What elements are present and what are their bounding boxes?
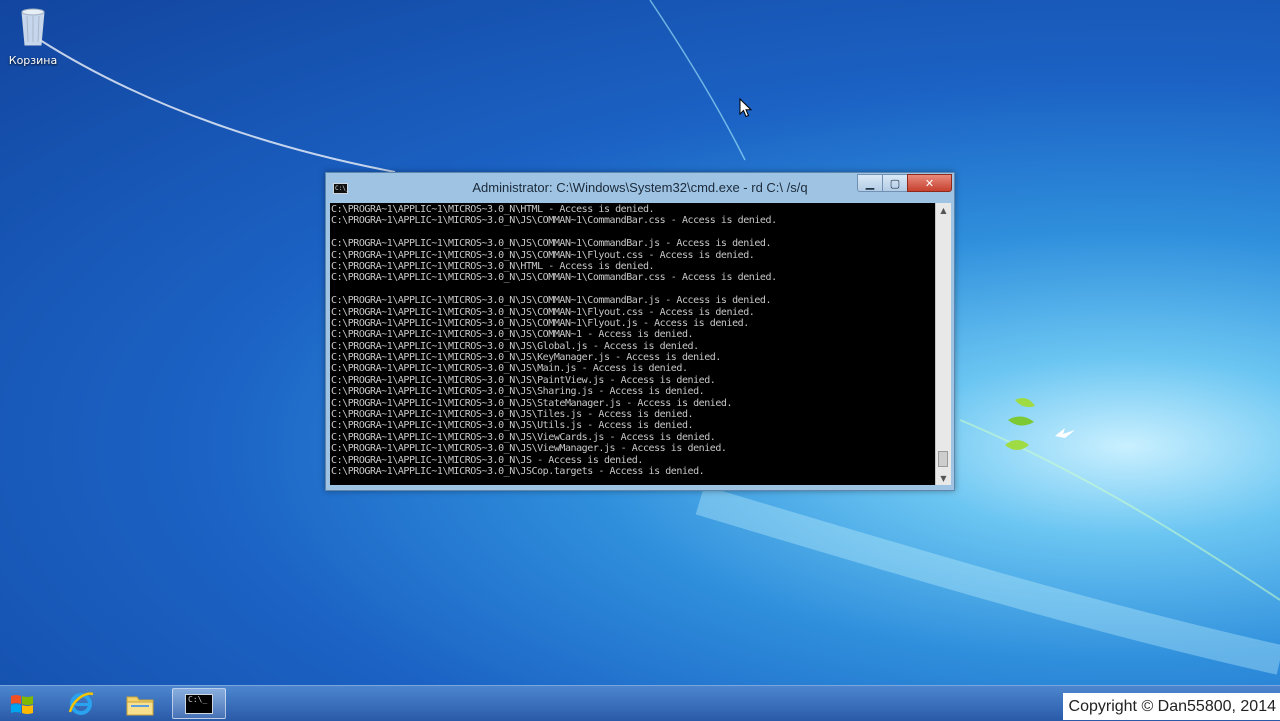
console-output[interactable]: C:\PROGRA~1\APPLIC~1\MICROS~3.0_N\HTML -… bbox=[330, 203, 935, 485]
cmd-window[interactable]: C:\_ Administrator: C:\Windows\System32\… bbox=[325, 172, 955, 491]
mouse-pointer-icon bbox=[739, 98, 753, 118]
console-line: C:\PROGRA~1\APPLIC~1\MICROS~3.0_N\JS\Til… bbox=[331, 409, 694, 421]
console-line: C:\PROGRA~1\APPLIC~1\MICROS~3.0_N\JS\COM… bbox=[331, 306, 755, 318]
vertical-scrollbar[interactable]: ▲ ▼ bbox=[935, 203, 951, 485]
console-line: C:\PROGRA~1\APPLIC~1\MICROS~3.0_N\JS\COM… bbox=[331, 329, 694, 341]
recycle-bin-shortcut[interactable]: Корзина bbox=[4, 2, 62, 67]
scroll-thumb[interactable] bbox=[938, 451, 948, 467]
title-bar[interactable]: C:\_ Administrator: C:\Windows\System32\… bbox=[326, 173, 954, 203]
internet-explorer-icon bbox=[68, 691, 94, 715]
console-line: C:\PROGRA~1\APPLIC~1\MICROS~3.0_N\HTML -… bbox=[331, 204, 655, 215]
scroll-up-arrow-icon[interactable]: ▲ bbox=[936, 203, 951, 217]
console-line: C:\PROGRA~1\APPLIC~1\MICROS~3.0_N\JS\COM… bbox=[331, 272, 777, 284]
console-line: C:\PROGRA~1\APPLIC~1\MICROS~3.0_N\JS\Glo… bbox=[331, 340, 699, 352]
copyright-watermark: Copyright © Dan55800, 2014 bbox=[1062, 693, 1280, 720]
console-line: C:\PROGRA~1\APPLIC~1\MICROS~3.0_N\JS\COM… bbox=[331, 238, 772, 250]
command-prompt-icon: C:\_ bbox=[185, 693, 213, 714]
console-line: C:\PROGRA~1\APPLIC~1\MICROS~3.0_N\JS - A… bbox=[331, 454, 643, 466]
recycle-bin-label: Корзина bbox=[8, 54, 58, 67]
console-line: C:\PROGRA~1\APPLIC~1\MICROS~3.0_N\JS\COM… bbox=[331, 317, 749, 329]
console-line: C:\PROGRA~1\APPLIC~1\MICROS~3.0_N\JS\Uti… bbox=[331, 420, 694, 432]
command-prompt-taskbar-button[interactable]: C:\_ bbox=[172, 688, 226, 719]
console-line: C:\PROGRA~1\APPLIC~1\MICROS~3.0_N\JS\Sha… bbox=[331, 386, 705, 398]
bird-icon bbox=[1055, 428, 1075, 438]
file-explorer-icon bbox=[126, 696, 154, 715]
console-lines: C:\PROGRA~1\APPLIC~1\MICROS~3.0_N\HTML -… bbox=[330, 203, 935, 477]
console-line: C:\PROGRA~1\APPLIC~1\MICROS~3.0_N\JS\COM… bbox=[331, 249, 755, 261]
maximize-icon: ▢ bbox=[889, 176, 901, 190]
recycle-bin-icon bbox=[21, 8, 45, 46]
maximize-button[interactable]: ▢ bbox=[882, 174, 908, 192]
close-button[interactable]: ✕ bbox=[907, 174, 952, 192]
scroll-down-arrow-icon[interactable]: ▼ bbox=[936, 471, 951, 485]
console-line: C:\PROGRA~1\APPLIC~1\MICROS~3.0_N\JS\Vie… bbox=[331, 443, 727, 455]
windows-logo-icon bbox=[11, 694, 33, 714]
console-line: C:\PROGRA~1\APPLIC~1\MICROS~3.0_N\JS\Sta… bbox=[331, 397, 733, 409]
minimize-icon: ▁ bbox=[865, 176, 875, 190]
close-icon: ✕ bbox=[924, 176, 935, 190]
start-button[interactable] bbox=[0, 688, 44, 719]
console-line: C:\PROGRA~1\APPLIC~1\MICROS~3.0_N\JS\Key… bbox=[331, 352, 721, 364]
minimize-button[interactable]: ▁ bbox=[857, 174, 883, 192]
console-line: C:\PROGRA~1\APPLIC~1\MICROS~3.0_N\JS\Pai… bbox=[331, 374, 716, 386]
console-line: C:\PROGRA~1\APPLIC~1\MICROS~3.0_N\HTML -… bbox=[331, 260, 655, 272]
console-line: C:\PROGRA~1\APPLIC~1\MICROS~3.0_N\JS\COM… bbox=[331, 215, 777, 227]
console-line: C:\PROGRA~1\APPLIC~1\MICROS~3.0_N\JS\Vie… bbox=[331, 431, 716, 443]
console-line: C:\PROGRA~1\APPLIC~1\MICROS~3.0_N\JS\COM… bbox=[331, 295, 772, 307]
console-line: C:\PROGRA~1\APPLIC~1\MICROS~3.0_N\JS\Mai… bbox=[331, 363, 688, 375]
console-line: C:\PROGRA~1\APPLIC~1\MICROS~3.0_N\JSCop.… bbox=[331, 465, 705, 477]
leaf-icon bbox=[1005, 398, 1035, 450]
internet-explorer-taskbar-button[interactable] bbox=[59, 688, 103, 719]
file-explorer-taskbar-button[interactable] bbox=[118, 688, 162, 719]
